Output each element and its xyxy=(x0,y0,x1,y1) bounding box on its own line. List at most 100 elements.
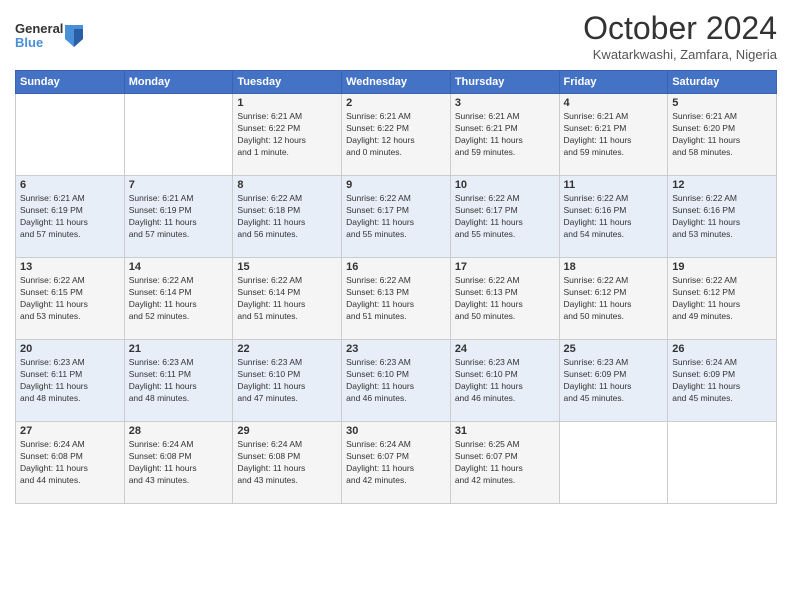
day-header-tuesday: Tuesday xyxy=(233,71,342,94)
day-cell: 14Sunrise: 6:22 AM Sunset: 6:14 PM Dayli… xyxy=(124,258,233,340)
day-info: Sunrise: 6:21 AM Sunset: 6:21 PM Dayligh… xyxy=(564,111,664,159)
day-number: 26 xyxy=(672,343,772,355)
day-info: Sunrise: 6:22 AM Sunset: 6:12 PM Dayligh… xyxy=(672,275,772,323)
day-info: Sunrise: 6:23 AM Sunset: 6:09 PM Dayligh… xyxy=(564,357,664,405)
day-number: 30 xyxy=(346,425,446,437)
day-info: Sunrise: 6:21 AM Sunset: 6:22 PM Dayligh… xyxy=(237,111,337,159)
day-number: 3 xyxy=(455,97,555,109)
day-number: 25 xyxy=(564,343,664,355)
day-number: 4 xyxy=(564,97,664,109)
day-info: Sunrise: 6:21 AM Sunset: 6:21 PM Dayligh… xyxy=(455,111,555,159)
day-number: 23 xyxy=(346,343,446,355)
title-block: October 2024 Kwatarkwashi, Zamfara, Nige… xyxy=(583,10,777,62)
logo-text: General Blue xyxy=(15,22,63,51)
day-number: 14 xyxy=(129,261,229,273)
day-header-wednesday: Wednesday xyxy=(342,71,451,94)
day-info: Sunrise: 6:22 AM Sunset: 6:13 PM Dayligh… xyxy=(346,275,446,323)
day-cell: 30 Sunrise: 6:24 AM Sunset: 6:07 PM Dayli… xyxy=(342,422,451,504)
day-header-friday: Friday xyxy=(559,71,668,94)
day-cell: 18 Sunrise: 6:22 AM Sunset: 6:12 PM Dayli… xyxy=(559,258,668,340)
day-number: 28 xyxy=(129,425,229,437)
day-number: 5 xyxy=(672,97,772,109)
day-header-sunday: Sunday xyxy=(16,71,125,94)
week-row-4: 20 Sunrise: 6:23 AM Sunset: 6:11 PM Dayli… xyxy=(16,340,777,422)
day-cell: 13Sunrise: 6:22 AM Sunset: 6:15 PM Dayli… xyxy=(16,258,125,340)
day-info: Sunrise: 6:23 AM Sunset: 6:11 PM Dayligh… xyxy=(20,357,120,405)
day-cell: 1Sunrise: 6:21 AM Sunset: 6:22 PM Daylig… xyxy=(233,94,342,176)
day-cell: 7 Sunrise: 6:21 AM Sunset: 6:19 PM Daylig… xyxy=(124,176,233,258)
day-cell: 5 Sunrise: 6:21 AM Sunset: 6:20 PM Daylig… xyxy=(668,94,777,176)
logo-line2: Blue xyxy=(15,36,63,50)
week-row-3: 13Sunrise: 6:22 AM Sunset: 6:15 PM Dayli… xyxy=(16,258,777,340)
day-cell: 15 Sunrise: 6:22 AM Sunset: 6:14 PM Dayli… xyxy=(233,258,342,340)
day-number: 11 xyxy=(564,179,664,191)
day-number: 31 xyxy=(455,425,555,437)
day-info: Sunrise: 6:23 AM Sunset: 6:10 PM Dayligh… xyxy=(346,357,446,405)
logo: General Blue xyxy=(15,22,83,51)
day-info: Sunrise: 6:21 AM Sunset: 6:19 PM Dayligh… xyxy=(20,193,120,241)
day-number: 18 xyxy=(564,261,664,273)
days-header-row: SundayMondayTuesdayWednesdayThursdayFrid… xyxy=(16,71,777,94)
day-info: Sunrise: 6:24 AM Sunset: 6:07 PM Dayligh… xyxy=(346,439,446,487)
week-row-1: 1Sunrise: 6:21 AM Sunset: 6:22 PM Daylig… xyxy=(16,94,777,176)
calendar-table: SundayMondayTuesdayWednesdayThursdayFrid… xyxy=(15,70,777,504)
day-number: 7 xyxy=(129,179,229,191)
day-info: Sunrise: 6:22 AM Sunset: 6:13 PM Dayligh… xyxy=(455,275,555,323)
day-header-saturday: Saturday xyxy=(668,71,777,94)
day-info: Sunrise: 6:22 AM Sunset: 6:16 PM Dayligh… xyxy=(672,193,772,241)
day-number: 13 xyxy=(20,261,120,273)
page-header: General Blue October 2024 Kwatarkwashi, … xyxy=(15,10,777,62)
day-cell: 31Sunrise: 6:25 AM Sunset: 6:07 PM Dayli… xyxy=(450,422,559,504)
day-number: 17 xyxy=(455,261,555,273)
week-row-2: 6Sunrise: 6:21 AM Sunset: 6:19 PM Daylig… xyxy=(16,176,777,258)
day-cell: 26 Sunrise: 6:24 AM Sunset: 6:09 PM Dayli… xyxy=(668,340,777,422)
logo-line1: General xyxy=(15,22,63,36)
day-cell: 28 Sunrise: 6:24 AM Sunset: 6:08 PM Dayli… xyxy=(124,422,233,504)
day-number: 2 xyxy=(346,97,446,109)
day-cell: 10 Sunrise: 6:22 AM Sunset: 6:17 PM Dayli… xyxy=(450,176,559,258)
day-cell: 27 Sunrise: 6:24 AM Sunset: 6:08 PM Dayli… xyxy=(16,422,125,504)
day-number: 10 xyxy=(455,179,555,191)
day-header-thursday: Thursday xyxy=(450,71,559,94)
day-info: Sunrise: 6:24 AM Sunset: 6:08 PM Dayligh… xyxy=(20,439,120,487)
day-cell: 6Sunrise: 6:21 AM Sunset: 6:19 PM Daylig… xyxy=(16,176,125,258)
month-title: October 2024 xyxy=(583,10,777,47)
week-row-5: 27 Sunrise: 6:24 AM Sunset: 6:08 PM Dayli… xyxy=(16,422,777,504)
day-cell: 11 Sunrise: 6:22 AM Sunset: 6:16 PM Dayli… xyxy=(559,176,668,258)
day-cell xyxy=(559,422,668,504)
day-cell: 20 Sunrise: 6:23 AM Sunset: 6:11 PM Dayli… xyxy=(16,340,125,422)
location: Kwatarkwashi, Zamfara, Nigeria xyxy=(583,47,777,62)
day-cell: 2 Sunrise: 6:21 AM Sunset: 6:22 PM Daylig… xyxy=(342,94,451,176)
day-cell: 22 Sunrise: 6:23 AM Sunset: 6:10 PM Dayli… xyxy=(233,340,342,422)
day-cell: 16Sunrise: 6:22 AM Sunset: 6:13 PM Dayli… xyxy=(342,258,451,340)
day-info: Sunrise: 6:22 AM Sunset: 6:12 PM Dayligh… xyxy=(564,275,664,323)
day-info: Sunrise: 6:24 AM Sunset: 6:08 PM Dayligh… xyxy=(129,439,229,487)
day-info: Sunrise: 6:23 AM Sunset: 6:10 PM Dayligh… xyxy=(237,357,337,405)
day-info: Sunrise: 6:24 AM Sunset: 6:08 PM Dayligh… xyxy=(237,439,337,487)
day-cell: 19Sunrise: 6:22 AM Sunset: 6:12 PM Dayli… xyxy=(668,258,777,340)
day-info: Sunrise: 6:22 AM Sunset: 6:17 PM Dayligh… xyxy=(455,193,555,241)
day-number: 8 xyxy=(237,179,337,191)
day-cell: 17 Sunrise: 6:22 AM Sunset: 6:13 PM Dayli… xyxy=(450,258,559,340)
day-number: 22 xyxy=(237,343,337,355)
day-info: Sunrise: 6:24 AM Sunset: 6:09 PM Dayligh… xyxy=(672,357,772,405)
day-info: Sunrise: 6:22 AM Sunset: 6:16 PM Dayligh… xyxy=(564,193,664,241)
day-number: 15 xyxy=(237,261,337,273)
day-cell xyxy=(124,94,233,176)
day-info: Sunrise: 6:21 AM Sunset: 6:22 PM Dayligh… xyxy=(346,111,446,159)
day-info: Sunrise: 6:23 AM Sunset: 6:11 PM Dayligh… xyxy=(129,357,229,405)
day-header-monday: Monday xyxy=(124,71,233,94)
day-cell: 9Sunrise: 6:22 AM Sunset: 6:17 PM Daylig… xyxy=(342,176,451,258)
day-info: Sunrise: 6:21 AM Sunset: 6:20 PM Dayligh… xyxy=(672,111,772,159)
day-number: 29 xyxy=(237,425,337,437)
day-info: Sunrise: 6:23 AM Sunset: 6:10 PM Dayligh… xyxy=(455,357,555,405)
day-info: Sunrise: 6:21 AM Sunset: 6:19 PM Dayligh… xyxy=(129,193,229,241)
day-info: Sunrise: 6:22 AM Sunset: 6:14 PM Dayligh… xyxy=(237,275,337,323)
day-number: 20 xyxy=(20,343,120,355)
day-cell: 24Sunrise: 6:23 AM Sunset: 6:10 PM Dayli… xyxy=(450,340,559,422)
day-cell: 21Sunrise: 6:23 AM Sunset: 6:11 PM Dayli… xyxy=(124,340,233,422)
day-cell: 12Sunrise: 6:22 AM Sunset: 6:16 PM Dayli… xyxy=(668,176,777,258)
day-number: 27 xyxy=(20,425,120,437)
day-number: 9 xyxy=(346,179,446,191)
day-info: Sunrise: 6:22 AM Sunset: 6:18 PM Dayligh… xyxy=(237,193,337,241)
